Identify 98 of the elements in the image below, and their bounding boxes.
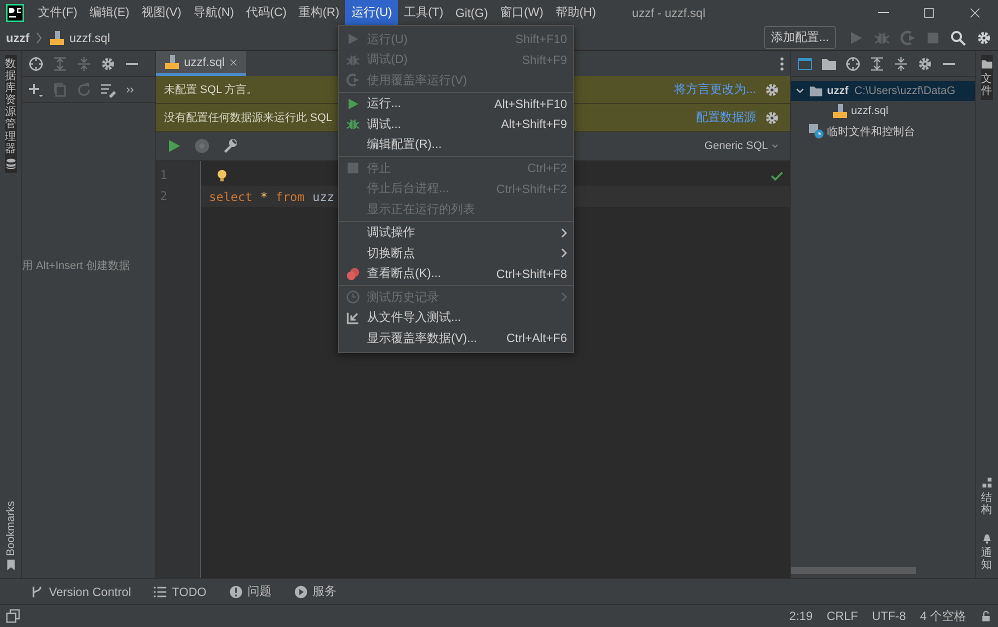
scrollbar[interactable] — [791, 567, 916, 574]
database-explorer-tab[interactable]: 数据库资源管理器 — [4, 55, 16, 173]
add-configuration-button[interactable]: 添加配置... — [764, 26, 836, 49]
clock-icon — [346, 290, 360, 304]
menu-item[interactable]: 显示覆盖率数据(V)... Ctrl+Alt+F6 — [339, 328, 573, 348]
settings-icon[interactable] — [917, 56, 933, 72]
play-icon — [346, 96, 360, 111]
empty-hint: 用 Alt+Insert 创建数据 — [22, 259, 131, 273]
editor-tab[interactable]: uzzf.sql — [156, 51, 246, 76]
more-icon[interactable] — [780, 56, 784, 70]
expand-all-icon[interactable] — [869, 56, 885, 72]
panel-icon[interactable] — [797, 56, 813, 72]
menu-item[interactable]: 从文件导入测试... — [339, 308, 573, 328]
chevron-right-icon — [36, 32, 42, 44]
structure-tab[interactable]: 结构 — [980, 474, 992, 519]
bell-icon — [980, 532, 992, 544]
menu-item[interactable]: 运行... Alt+Shift+F10 — [339, 94, 573, 114]
settings-icon[interactable] — [100, 56, 116, 72]
import-icon — [346, 310, 360, 325]
coverage-icon — [346, 73, 360, 88]
code-text: select — [209, 190, 252, 204]
menu-item[interactable]: 运行(U) — [345, 0, 398, 25]
banner-text: 没有配置任何数据源来运行此 SQL — [164, 111, 332, 125]
plus-icon[interactable] — [28, 82, 44, 98]
bug-icon — [346, 117, 360, 132]
exclamation-icon — [228, 584, 242, 598]
menu-item[interactable]: 编辑配置(R)... — [339, 134, 573, 155]
folder-icon — [808, 84, 824, 98]
code-text: from — [276, 190, 304, 204]
menu-item[interactable]: 窗口(W) — [494, 0, 550, 25]
menu-item[interactable]: Git(G) — [449, 2, 494, 24]
tool-window-button[interactable]: 服务 — [294, 583, 336, 600]
app-logo — [6, 4, 24, 22]
layers-icon[interactable] — [6, 609, 20, 623]
lock-icon[interactable] — [980, 609, 992, 623]
play-circle-icon — [294, 584, 308, 598]
maximize-icon — [922, 6, 936, 20]
sql-file-icon — [832, 103, 848, 119]
settings-icon[interactable] — [764, 82, 780, 98]
tree-item[interactable]: uzzf.sql — [791, 101, 975, 121]
status-item[interactable]: 4 个空格 — [920, 608, 966, 624]
database-icon — [4, 158, 16, 170]
code-text: * — [260, 190, 268, 204]
collapse-all-icon[interactable] — [893, 56, 909, 72]
menu-item[interactable]: 工具(T) — [398, 0, 450, 25]
status-item[interactable]: UTF-8 — [872, 609, 906, 623]
search-icon[interactable] — [950, 30, 966, 46]
minimize-icon — [878, 12, 888, 13]
window-title: uzzf - uzzf.sql — [632, 6, 706, 20]
bug-icon — [346, 52, 360, 67]
branch-icon — [30, 584, 44, 598]
chevron-icon[interactable] — [795, 86, 805, 96]
target-icon[interactable] — [845, 56, 861, 72]
menu-item[interactable]: 切换断点 — [339, 243, 573, 264]
menu-item[interactable]: 调试操作 — [339, 222, 573, 243]
code-text: uzz — [312, 190, 334, 204]
menu-item[interactable]: 重构(R) — [292, 0, 346, 25]
scratch-icon — [808, 123, 824, 139]
menu-item[interactable]: 调试... Alt+Shift+F9 — [339, 114, 573, 134]
close-icon[interactable] — [228, 58, 238, 66]
settings-icon[interactable] — [764, 110, 780, 126]
target-icon[interactable] — [28, 56, 44, 72]
wrench-icon[interactable] — [222, 138, 238, 154]
status-item[interactable]: 2:19 — [789, 609, 813, 623]
menu-item[interactable]: 编辑(E) — [83, 0, 136, 25]
sql-file-icon — [49, 30, 66, 46]
sql-file-icon — [164, 54, 180, 70]
structure-icon — [980, 476, 992, 489]
menu-item[interactable]: 导航(N) — [187, 0, 240, 25]
tool-window-button[interactable]: 问题 — [228, 583, 272, 600]
menu-item[interactable]: 查看断点(K)... Ctrl+Shift+F8 — [339, 264, 573, 284]
menu-item[interactable]: 帮助(H) — [549, 0, 602, 25]
menu-item[interactable]: 文件(F) — [32, 0, 84, 25]
folder-icon — [980, 58, 992, 70]
breadcrumb-item[interactable]: uzzf — [6, 30, 30, 44]
ddl-icon[interactable] — [100, 82, 116, 98]
dialect-selector[interactable]: Generic SQL — [704, 140, 780, 152]
tree-item[interactable]: uzzf C:\Users\uzzf\DataG — [791, 81, 975, 101]
breakpoints-icon — [346, 266, 360, 281]
tool-window-button[interactable]: Version Control — [30, 584, 132, 598]
bookmark-icon — [4, 559, 16, 571]
settings-icon[interactable] — [976, 30, 992, 46]
banner-text: 未配置 SQL 方言。 — [164, 82, 258, 97]
menu-item[interactable]: 视图(V) — [135, 0, 188, 25]
menu-item[interactable]: 代码(C) — [240, 0, 293, 25]
tool-window-button[interactable]: TODO — [153, 584, 206, 598]
tree-item[interactable]: 临时文件和控制台 — [791, 121, 975, 141]
play-icon — [346, 32, 360, 46]
lightbulb-icon[interactable] — [215, 168, 229, 182]
notifications-tab[interactable]: 通知 — [980, 528, 992, 574]
play-icon[interactable] — [166, 138, 182, 154]
stop-icon — [346, 161, 360, 176]
list-icon — [153, 584, 168, 598]
files-tab[interactable]: 文件 — [980, 55, 992, 100]
breadcrumb-item[interactable]: uzzf.sql — [69, 30, 110, 44]
close-icon — [968, 6, 982, 20]
bookmarks-tab[interactable]: Bookmarks — [4, 498, 16, 574]
status-item[interactable]: CRLF — [826, 609, 858, 623]
